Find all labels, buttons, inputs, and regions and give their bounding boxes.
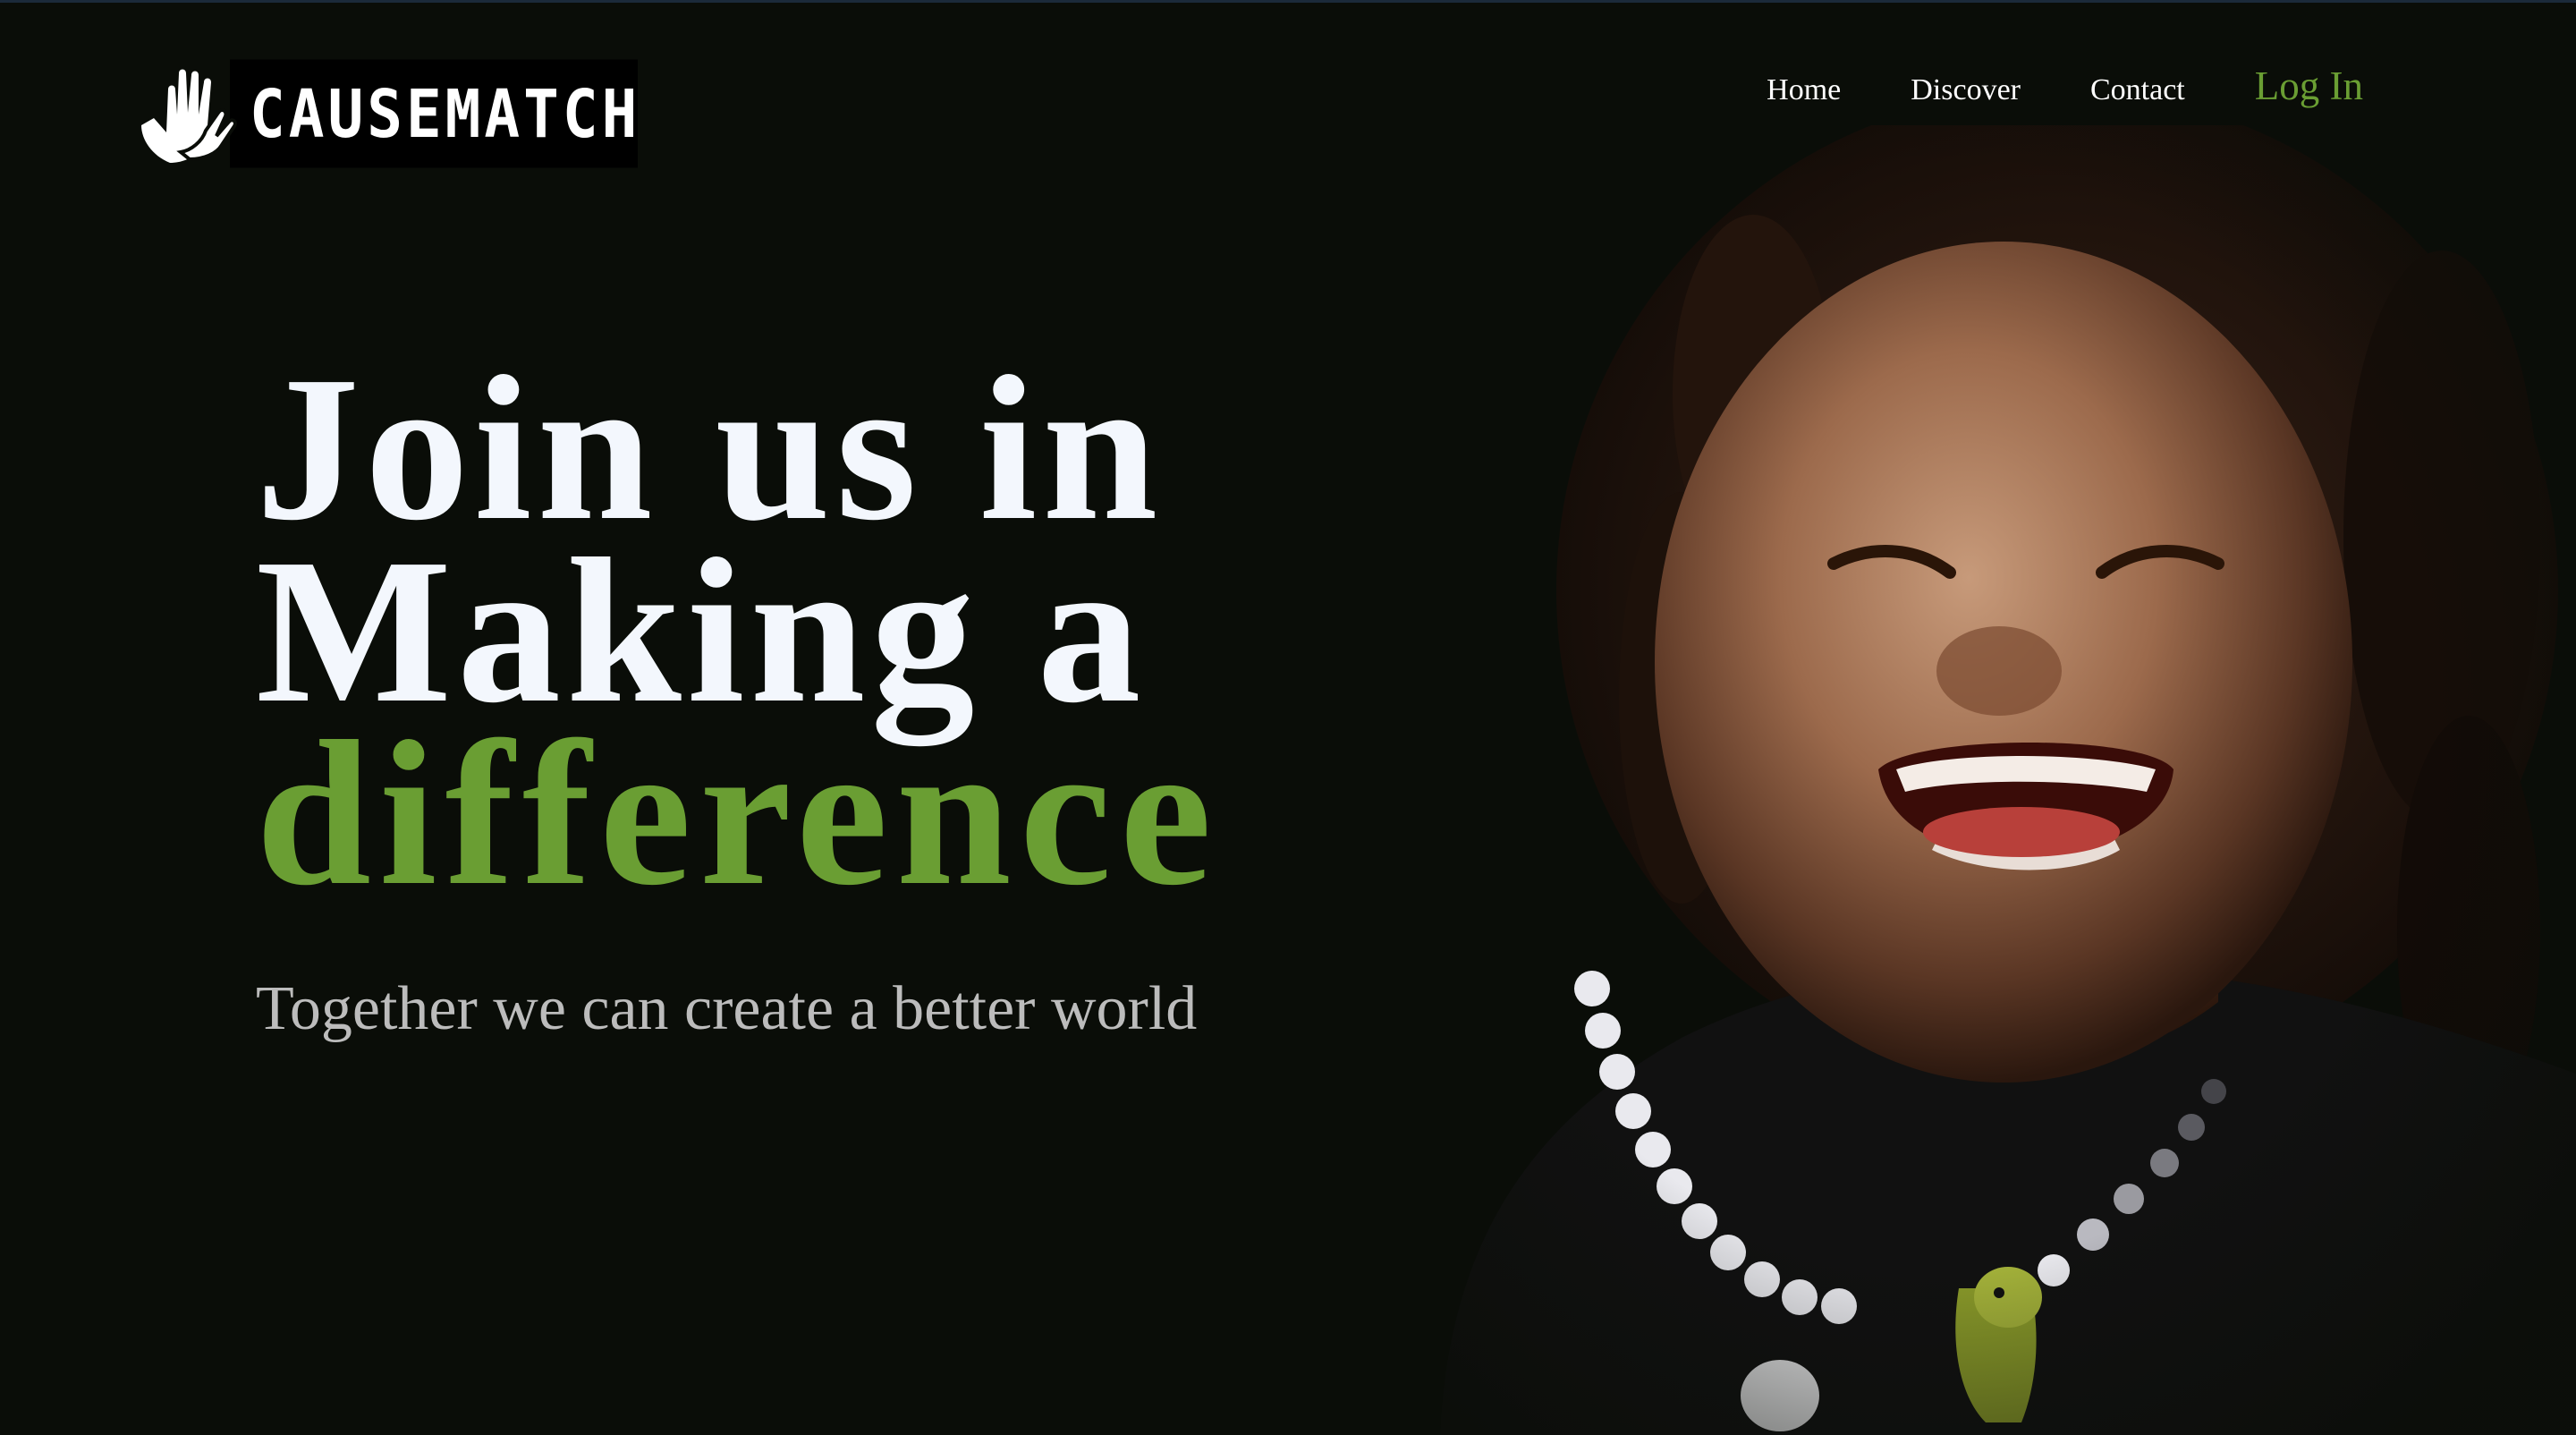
hero-section: Join us in Making a difference Together …: [256, 334, 1508, 1045]
hero-subtitle: Together we can create a better world: [256, 974, 1198, 1043]
nav-discover[interactable]: Discover: [1911, 73, 2021, 107]
nav-home[interactable]: Home: [1767, 73, 1841, 107]
top-border: [0, 0, 2576, 3]
laughing-child-photo: [1413, 125, 2576, 1435]
helping-hands-icon: [136, 63, 239, 165]
brand-name: CAUSEMATCH: [230, 59, 638, 168]
headline-line-2: Making a: [256, 516, 1147, 746]
brand-logo[interactable]: CAUSEMATCH: [136, 59, 638, 168]
main-nav: Home Discover Contact Log In: [1767, 63, 2363, 109]
hero-headline: Join us in Making a difference: [256, 334, 1508, 929]
nav-contact[interactable]: Contact: [2090, 73, 2185, 107]
headline-line-1: Join us in: [256, 334, 1164, 564]
headline-accent-word: difference: [256, 699, 1220, 929]
login-link[interactable]: Log In: [2255, 63, 2363, 109]
